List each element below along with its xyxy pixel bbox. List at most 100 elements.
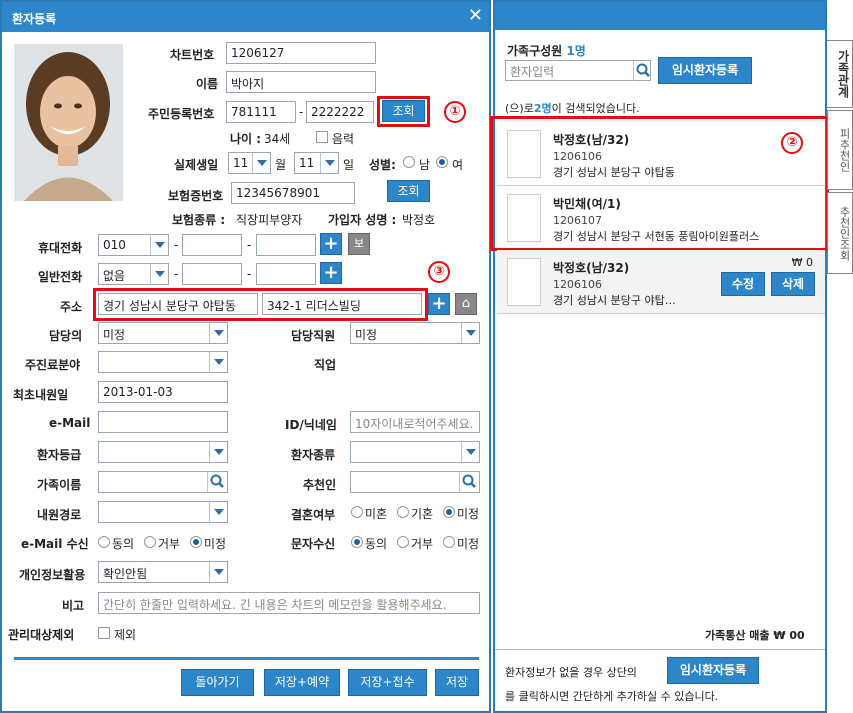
add-phone-button[interactable]: + [320,262,342,284]
birth-day-value: 11 [299,156,315,170]
nick-field[interactable]: 10자이내로적어주세요. [350,411,480,433]
building-icon[interactable]: ⌂ [455,293,477,315]
insurance-type-label: 보험종류 : [172,213,226,227]
gender-male-radio[interactable] [403,156,415,168]
exclude-checkbox[interactable] [98,627,110,639]
sms-refuse-radio[interactable] [397,536,409,548]
family-search-input[interactable]: 환자입력 [505,60,651,81]
mobile-view-button[interactable]: 보 [348,233,370,255]
mobile-label: 휴대전화 [38,241,83,255]
birth-day-select[interactable]: 11 [294,152,339,174]
email-receive-label: e-Mail 수신 [21,537,89,551]
back-button[interactable]: 돌아가기 [181,669,254,696]
phone-prefix-select[interactable]: 없음 [98,263,169,285]
highlight-box-2 [490,116,829,251]
temp-patient-register-button[interactable]: 임시환자등록 [658,57,752,84]
chevron-down-icon [252,153,270,173]
married-radio[interactable] [397,506,409,518]
email-agree-radio[interactable] [98,536,110,548]
birth-month-value: 11 [233,156,249,170]
save-button[interactable]: 저장 [435,669,479,696]
email-undecided-radio[interactable] [190,536,202,548]
email-refuse-radio[interactable] [144,536,156,548]
privacy-select[interactable]: 확인안됨 [98,561,228,583]
member-id: 1206106 [553,278,602,291]
sms-undecided-radio[interactable] [443,536,455,548]
grade-select[interactable] [98,441,228,463]
search-icon[interactable] [459,472,479,492]
delete-button[interactable]: 삭제 [771,272,815,296]
route-select[interactable] [98,501,228,523]
address-field-1[interactable]: 경기 성남시 분당구 야탑동 [98,293,258,315]
family-name-field[interactable] [98,471,228,493]
chevron-down-icon [150,235,168,255]
rrn-lookup-button[interactable]: 조회 [382,100,425,122]
referrer-field[interactable] [350,471,480,493]
insurance-no-field[interactable]: 12345678901 [231,182,355,204]
name-field[interactable]: 박아지 [226,71,376,93]
phone-last-field[interactable] [256,263,316,285]
day-unit: 일 [343,158,355,172]
sms-agree-label: 동의 [365,537,388,551]
married-undecided-label: 미정 [457,507,480,521]
chart-no-field[interactable]: 1206127 [226,42,376,64]
gender-female-radio[interactable] [436,156,448,168]
patient-photo [14,44,123,201]
mobile-dash-1: - [174,238,179,252]
single-radio[interactable] [351,506,363,518]
member-amount: ₩ 0 [791,256,813,269]
chevron-down-icon [209,352,227,372]
add-mobile-button[interactable]: + [320,233,342,255]
phone-middle-field[interactable] [182,263,242,285]
ptype-select[interactable] [350,441,480,463]
specialty-label: 주진료분야 [25,358,81,372]
married-undecided-radio[interactable] [443,506,455,518]
memo-field[interactable]: 간단히 한줄만 입력하세요. 긴 내용은 차트의 메모란을 활용해주세요. [98,592,480,614]
mobile-middle-field[interactable] [182,234,242,256]
sms-undecided-label: 미정 [457,537,480,551]
mobile-prefix-select[interactable]: 010 [98,234,169,256]
tab-referrer-lookup[interactable]: 추천인조회 [827,192,853,274]
staff-select[interactable]: 미정 [350,322,480,344]
phone-label: 일반전화 [38,270,83,284]
subscriber-value: 박정호 [402,213,436,227]
save-receive-button[interactable]: 저장+접수 [348,669,427,696]
add-address-button[interactable]: + [428,293,450,315]
tab-family-relation[interactable]: 가족관계 [827,40,853,108]
phone-dash-1: - [174,267,179,281]
insurance-type-value: 직장피부양자 [236,213,303,227]
rrn-back-field[interactable]: 2222222 [306,101,374,123]
chevron-down-icon [209,442,227,462]
subscriber-label: 가입자 성명 : [328,213,397,227]
family-member-row[interactable]: 박정호(남/32) 1206106 경기 성남시 분당구 야탑… ₩ 0 수정 … [497,250,825,314]
married-label: 결혼여부 [291,508,336,522]
gender-male-label: 남 [419,158,431,172]
birth-month-select[interactable]: 11 [228,152,271,174]
title-bar: 환자등록 ✕ [2,2,489,32]
email-field[interactable] [98,411,228,433]
first-visit-field[interactable]: 2013-01-03 [98,381,228,403]
email-refuse-label: 거부 [158,537,181,551]
lunar-label: 음력 [332,132,355,146]
mobile-last-field[interactable] [256,234,316,256]
footer-temp-register-button[interactable]: 임시환자등록 [667,657,759,684]
single-label: 미혼 [365,507,388,521]
search-icon[interactable] [633,61,653,81]
rrn-front-field[interactable]: 781111 [226,101,296,123]
doctor-select[interactable]: 미정 [98,322,228,344]
edit-button[interactable]: 수정 [721,272,765,296]
doctor-label: 담당의 [49,329,83,343]
close-icon[interactable]: ✕ [468,5,483,26]
sms-agree-radio[interactable] [351,536,363,548]
chevron-down-icon [150,264,168,284]
save-reserve-button[interactable]: 저장+예약 [264,669,340,696]
staff-value: 미정 [355,328,378,342]
insurance-lookup-button[interactable]: 조회 [387,180,430,202]
address-field-2[interactable]: 342-1 리더스빌딩 [262,293,422,315]
tab-referred[interactable]: 피추천인 [827,110,853,190]
chart-no-label: 차트번호 [170,48,215,62]
lunar-checkbox[interactable] [316,131,328,143]
search-icon[interactable] [207,472,227,492]
footer-text-2: 를 클릭하시면 간단하게 추가하실 수 있습니다. [505,690,719,703]
specialty-select[interactable] [98,351,228,373]
